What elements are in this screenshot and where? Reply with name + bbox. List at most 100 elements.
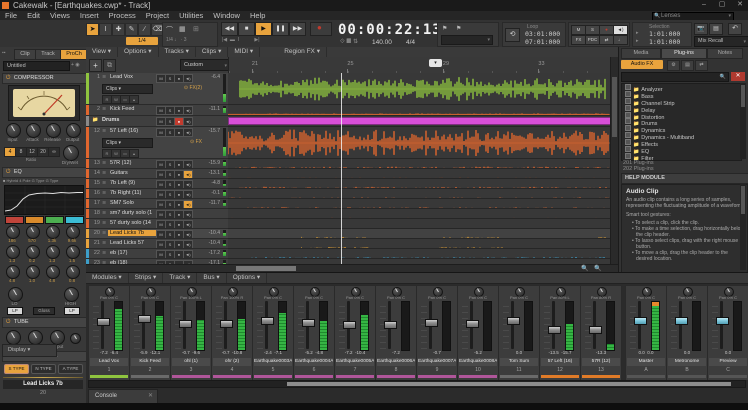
tempo-value[interactable]: 140.00: [372, 39, 392, 46]
zoom-out-icon[interactable]: 🔍: [581, 265, 588, 272]
pause-button[interactable]: ❚❚: [272, 22, 289, 36]
duplicate-track-icon[interactable]: ⧉: [103, 59, 116, 72]
snap-options-icon[interactable]: ⊞: [193, 25, 199, 33]
transport-sub-icons[interactable]: |◀ ▬ Ι ▶|: [222, 37, 260, 43]
track-volume-db[interactable]: -6.4: [211, 74, 220, 80]
knob-knob[interactable]: [26, 245, 40, 259]
hi-lp-button[interactable]: LP: [64, 307, 80, 315]
menu-file[interactable]: File: [0, 11, 22, 20]
browser-tab-plugins[interactable]: Plug-ins: [661, 48, 707, 59]
volume-fader[interactable]: [138, 315, 151, 323]
track-name[interactable]: sm7 durty solo (1: [110, 210, 154, 216]
menu-edit[interactable]: Edit: [22, 11, 45, 20]
edit-tool[interactable]: ✎: [125, 23, 138, 36]
zoom-in-icon[interactable]: 🔍: [594, 265, 601, 272]
input-echo-button[interactable]: ◄): [183, 74, 193, 83]
menu-process[interactable]: Process: [104, 11, 141, 20]
fx-bypass-button[interactable]: FX: [571, 35, 586, 45]
console-strip-preview[interactable]: Pan 0% C0.0PreviewC: [707, 285, 748, 381]
console-strip-57-left-16-[interactable]: Pan 80% L-13.5 -15.757 Left (16)12: [539, 285, 581, 381]
trackview-menu-region-fx[interactable]: Region FX ▾: [278, 47, 327, 57]
knob-knob[interactable]: [66, 225, 80, 239]
global-solo-button[interactable]: S: [585, 25, 600, 35]
console-menu-track[interactable]: Track ▾: [163, 273, 197, 283]
track-row-17[interactable]: 17≋SM7 SoloMS●◄)-11.7: [86, 199, 228, 209]
move-tool[interactable]: ✚: [112, 23, 125, 36]
track-volume-db[interactable]: -13.1: [209, 170, 220, 176]
scroll-thumb[interactable]: [287, 382, 731, 386]
audio-clip[interactable]: [301, 230, 370, 237]
preset-save-icons[interactable]: + ◉: [71, 62, 80, 68]
track-name[interactable]: Lead Vox: [110, 74, 154, 80]
eq-band-hi-button[interactable]: [65, 216, 84, 224]
checkbox[interactable]: [625, 153, 631, 159]
screenshot-icon[interactable]: 📷: [694, 23, 708, 35]
eq-band-lo-button[interactable]: [5, 216, 24, 224]
console-strip-earthquake0006audio[interactable]: Pan 0% C-7.2Earthquake0006Audio8: [375, 285, 417, 381]
stop-button[interactable]: ■: [238, 22, 255, 36]
console-strip-earthquake0008audio[interactable]: Pan 0% C-5.2Earthquake0008Audio10: [457, 285, 499, 381]
emu-n-type-button[interactable]: N TYPE: [31, 364, 56, 374]
input-echo-button[interactable]: ◄): [183, 160, 193, 169]
checkbox[interactable]: [625, 146, 631, 152]
input-echo-button[interactable]: ◄): [183, 117, 193, 126]
menu-project[interactable]: Project: [141, 11, 174, 20]
track-row-12[interactable]: 12≋57 Left (16)MS●◄)-15.7Clips ▾⊙ FXRW▭▴: [86, 127, 228, 159]
fast-forward-button[interactable]: ▶▶: [289, 22, 306, 36]
strip-name[interactable]: Preview: [709, 358, 747, 366]
audio-engine-button[interactable]: ◄): [613, 25, 628, 35]
input-echo-button[interactable]: ◄): [183, 250, 193, 259]
console-scrollbar[interactable]: [88, 380, 746, 388]
checkbox[interactable]: [625, 132, 631, 138]
clip-lane-2[interactable]: [228, 105, 610, 116]
track-row-15[interactable]: 15≋7b Left (9)MS●◄)-4.8: [86, 179, 228, 189]
strip-name[interactable]: Earthquake0008Audio: [459, 358, 497, 366]
clip-lane-19[interactable]: [228, 219, 610, 229]
knob-knob[interactable]: [6, 265, 20, 279]
time-sub-icons[interactable]: ⟐ ▦ ⇅: [340, 39, 358, 46]
menu-help[interactable]: Help: [245, 11, 270, 20]
automation-▴-button[interactable]: ▴: [129, 149, 139, 158]
volume-fader[interactable]: [179, 320, 192, 328]
checkbox[interactable]: [625, 105, 631, 111]
eq-header[interactable]: ⏻ EQ: [2, 167, 87, 178]
knob-knob[interactable]: [6, 245, 20, 259]
now-time-marker[interactable]: ▾: [429, 59, 442, 67]
checkbox[interactable]: [625, 125, 631, 131]
checkbox[interactable]: [625, 139, 631, 145]
clip-lane-22[interactable]: [228, 249, 610, 259]
track-row-drums[interactable]: 📁DrumsMS●◄): [86, 116, 228, 127]
browser-sort-icon[interactable]: ⚙: [667, 60, 680, 71]
input-echo-button[interactable]: ◄): [183, 230, 193, 239]
eq-mode-row[interactable]: ■ Hybrid 4 Pole G Type G Type: [3, 178, 85, 183]
volume-fader[interactable]: [97, 318, 110, 326]
clip-lane-16[interactable]: [228, 189, 610, 199]
plugin-folder-drums[interactable]: 📁Drums: [622, 118, 741, 125]
inspector-tab-proch[interactable]: ProCh: [60, 49, 88, 60]
fx-bin-label[interactable]: ⊙ FX: [190, 139, 202, 145]
minimize-button[interactable]: –: [696, 0, 712, 10]
strip-name[interactable]: Master: [627, 358, 665, 366]
audio-clip[interactable]: [434, 230, 499, 237]
trackview-menu-clips[interactable]: Clips ▾: [196, 47, 229, 57]
release-knob[interactable]: [46, 123, 61, 138]
track-volume-db[interactable]: -10.4: [209, 230, 220, 236]
rewind-button[interactable]: ◀◀: [221, 22, 238, 36]
input-echo-button[interactable]: ◄): [183, 128, 193, 137]
close-button[interactable]: ✕: [732, 0, 748, 10]
track-name[interactable]: eb (17): [110, 250, 154, 256]
eq-band-hi-mid-button[interactable]: [45, 216, 64, 224]
strip-name[interactable]: Earthquake0004Audio: [295, 358, 333, 366]
trackview-menu-view[interactable]: View ▾: [86, 47, 118, 57]
console-menu-strips[interactable]: Strips ▾: [129, 273, 164, 283]
add-track-button[interactable]: +: [89, 59, 102, 72]
ratio-∞-button[interactable]: ∞: [48, 147, 60, 157]
selection-start-time[interactable]: 1:01:000: [649, 30, 680, 38]
menu-views[interactable]: Views: [45, 11, 75, 20]
plugin-folder-delay[interactable]: 📁Delay: [622, 105, 741, 112]
volume-fader[interactable]: [261, 317, 274, 325]
pdc-button[interactable]: PDC: [585, 35, 600, 45]
console-strip-ohr-2-[interactable]: Pan 100% R-0.7 -10.8ohr (2)4: [211, 285, 253, 381]
volume-fader[interactable]: [589, 326, 602, 334]
plugin-search-input[interactable]: 🔍: [621, 72, 729, 82]
